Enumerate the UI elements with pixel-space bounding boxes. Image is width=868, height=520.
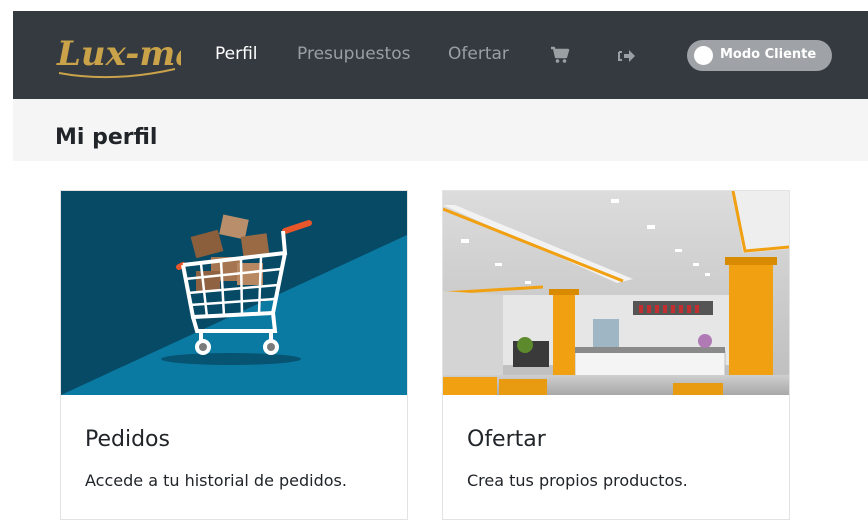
page-margin — [0, 0, 13, 514]
cart-icon[interactable] — [550, 46, 570, 68]
modo-cliente-toggle[interactable]: Modo Cliente — [687, 40, 832, 71]
card-text: Accede a tu historial de pedidos. — [85, 471, 347, 490]
nav-ofertar[interactable]: Ofertar — [448, 44, 509, 64]
navbar: Lux-may Perfil Presupuestos Ofertar Modo… — [13, 11, 868, 99]
brand-logo-text: Lux-may — [56, 34, 181, 74]
toggle-knob — [694, 46, 713, 65]
toggle-label: Modo Cliente — [720, 47, 817, 62]
card-pedidos[interactable]: Pedidos Accede a tu historial de pedidos… — [60, 190, 408, 520]
brand-logo[interactable]: Lux-may — [53, 25, 219, 85]
card-title: Pedidos — [85, 427, 170, 452]
card-text: Crea tus propios productos. — [467, 471, 688, 490]
page-title: Mi perfil — [55, 125, 158, 150]
nav-perfil[interactable]: Perfil — [215, 44, 258, 64]
shopping-cart-illustration — [61, 191, 407, 395]
page-header: Mi perfil — [13, 99, 868, 161]
page: Lux-may Perfil Presupuestos Ofertar Modo… — [0, 0, 868, 520]
logout-icon[interactable] — [618, 48, 636, 67]
store-interior-photo — [443, 191, 789, 395]
card-title: Ofertar — [467, 427, 546, 452]
nav-presupuestos[interactable]: Presupuestos — [297, 44, 410, 64]
card-ofertar[interactable]: Ofertar Crea tus propios productos. — [442, 190, 790, 520]
